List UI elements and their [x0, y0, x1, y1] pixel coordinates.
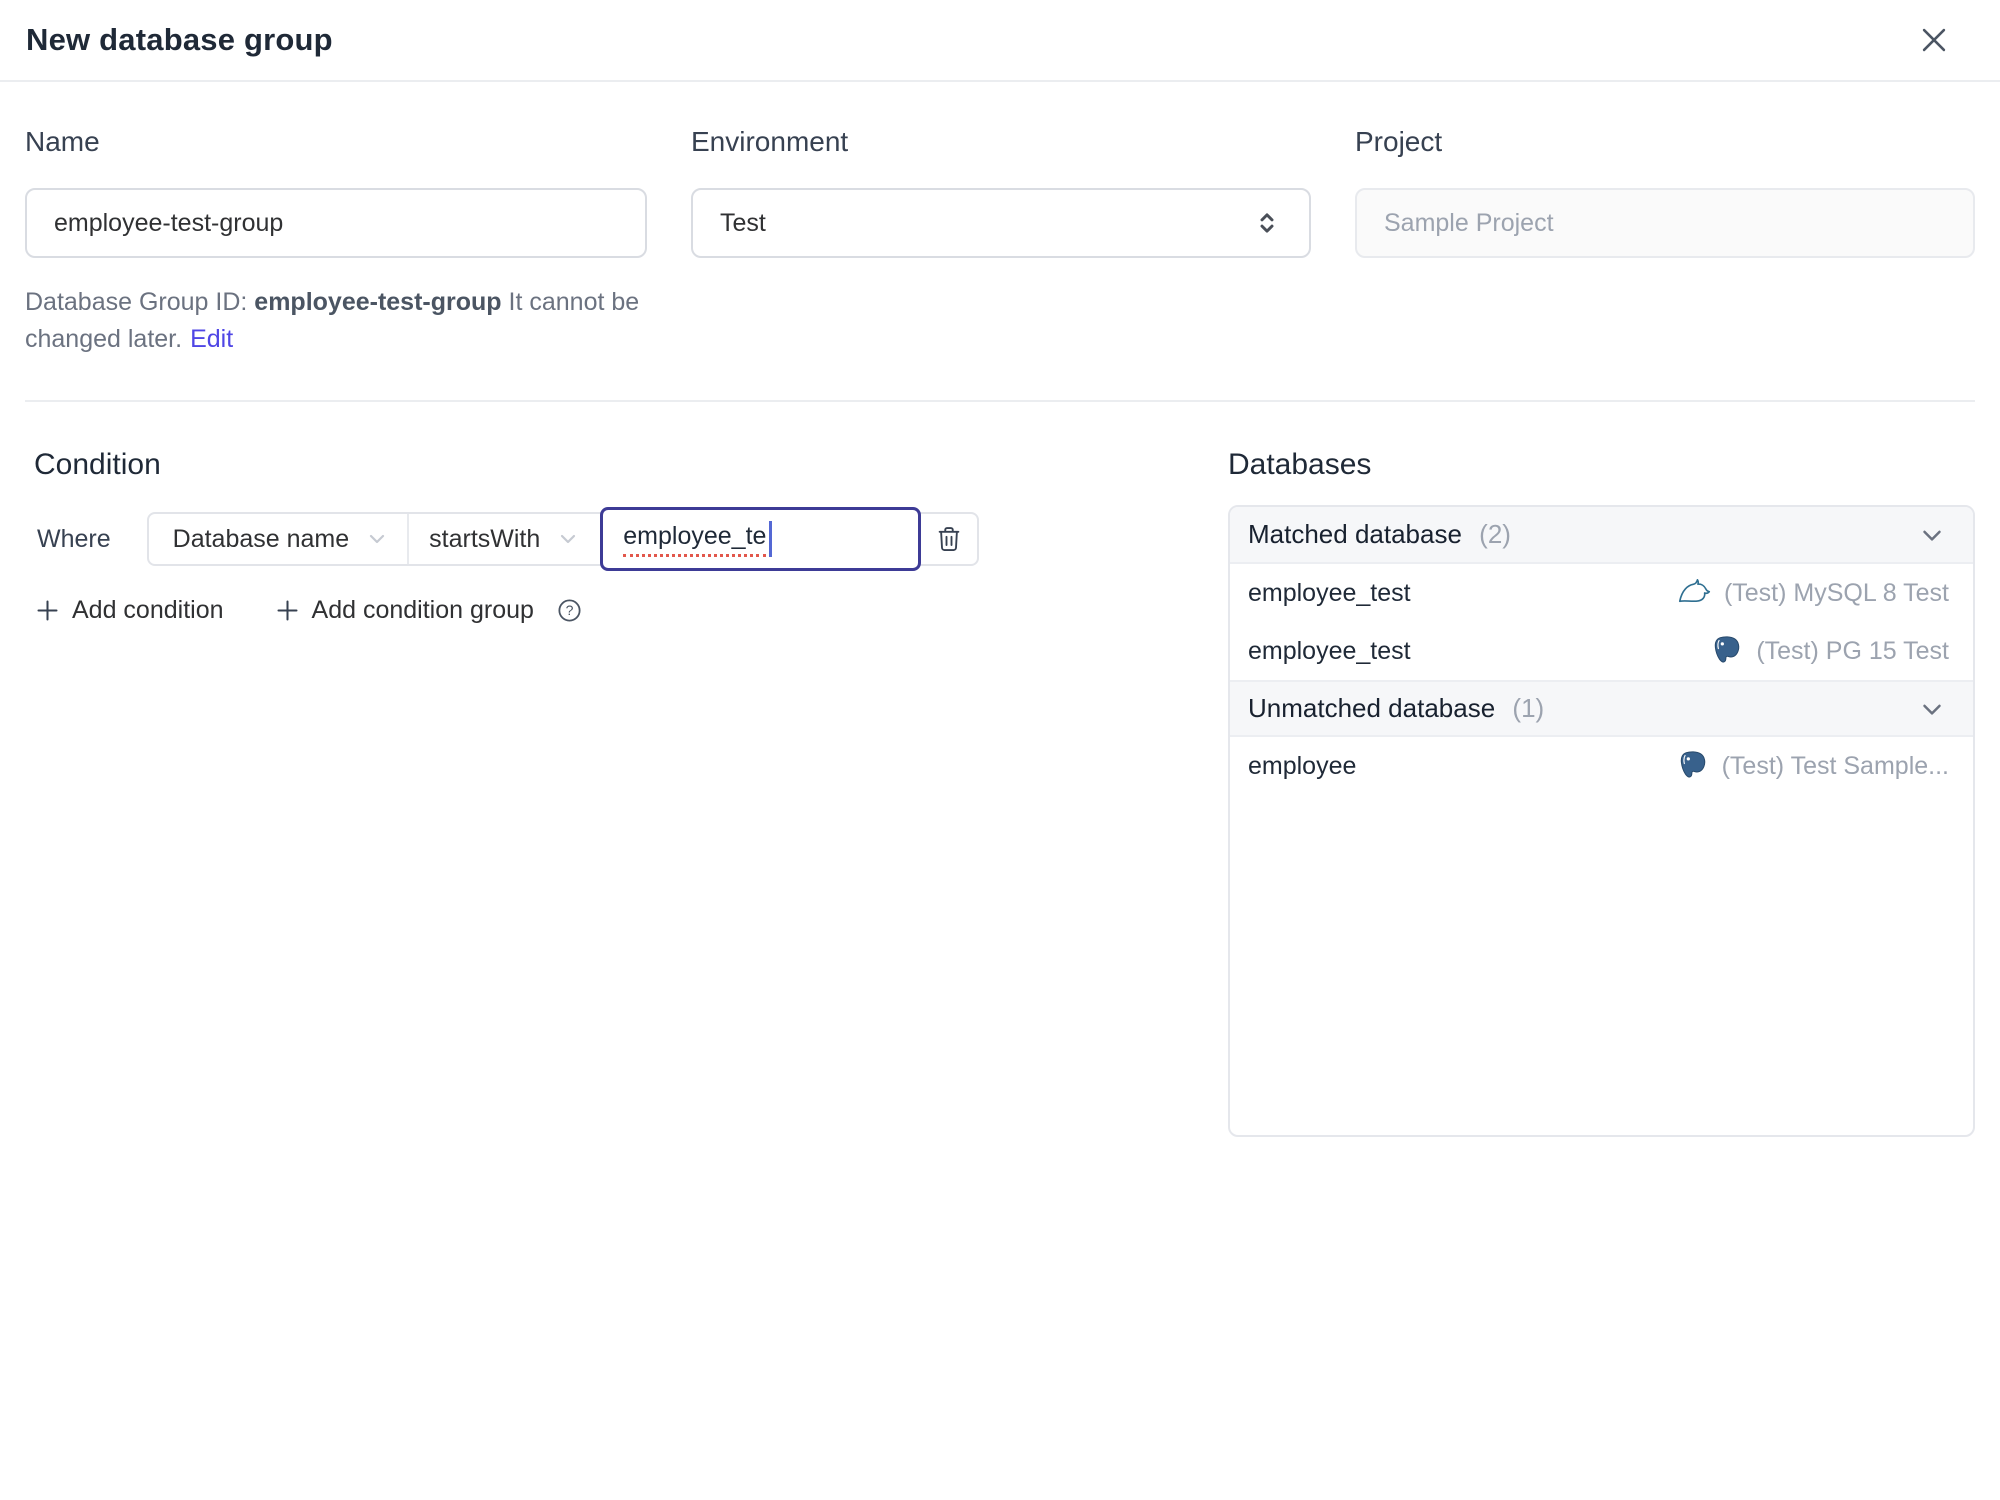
condition-row: Where Database name startsWith employee_… — [37, 507, 1188, 571]
project-field-group: Project — [1355, 126, 1975, 357]
matched-database-label: Matched database — [1248, 519, 1462, 549]
databases-column: Databases Matched database (2) employee_… — [1228, 402, 1975, 1137]
add-condition-label: Add condition — [72, 596, 224, 624]
group-id-hint-prefix: Database Group ID: — [25, 288, 248, 316]
chevron-up-down-icon — [1252, 208, 1282, 238]
group-id-hint: Database Group ID: employee-test-group I… — [25, 284, 647, 357]
panel-empty-area — [1230, 795, 1973, 1135]
condition-field-value: Database name — [172, 524, 350, 553]
edit-id-link[interactable]: Edit — [190, 325, 233, 353]
database-name: employee — [1248, 751, 1357, 780]
add-condition-group-label: Add condition group — [311, 596, 534, 624]
database-row[interactable]: employee_test (Test) PG 15 Test — [1230, 622, 1973, 680]
condition-help-button[interactable]: ? — [556, 597, 583, 624]
dialog-title: New database group — [26, 22, 333, 57]
chevron-down-icon — [1917, 520, 1947, 550]
dialog-header: New database group — [0, 0, 2000, 82]
databases-heading: Databases — [1228, 448, 1372, 481]
where-label: Where — [37, 524, 111, 553]
database-instance-label: (Test) Test Sample... — [1721, 751, 1949, 780]
condition-operator-value: startsWith — [429, 524, 541, 553]
condition-heading: Condition — [34, 448, 161, 481]
database-instance-label: (Test) MySQL 8 Test — [1723, 578, 1949, 607]
environment-field-group: Environment Test — [691, 126, 1311, 357]
chevron-down-icon — [556, 527, 580, 551]
delete-condition-button[interactable] — [921, 514, 977, 564]
chevron-down-icon — [365, 527, 389, 551]
form-grid: Name Database Group ID: employee-test-gr… — [25, 126, 1975, 357]
condition-value-input[interactable]: employee_te — [600, 507, 922, 571]
environment-selected-value: Test — [720, 208, 766, 237]
condition-operator-select[interactable]: startsWith — [409, 514, 600, 564]
unmatched-database-title: Unmatched database (1) — [1248, 693, 1544, 724]
unmatched-database-header[interactable]: Unmatched database (1) — [1230, 680, 1973, 737]
condition-field-select[interactable]: Database name — [149, 514, 410, 564]
database-row[interactable]: employee (Test) Test Sample... — [1230, 737, 1973, 795]
database-instance: (Test) Test Sample... — [1676, 749, 1949, 783]
database-instance: (Test) MySQL 8 Test — [1676, 575, 1949, 611]
condition-value-text: employee_te — [623, 522, 767, 557]
condition-column: Condition Where Database name startsWith — [25, 402, 1228, 625]
dialog-body: Name Database Group ID: employee-test-gr… — [0, 126, 2000, 1137]
matched-database-title: Matched database (2) — [1248, 519, 1511, 550]
close-icon — [1917, 23, 1951, 57]
add-condition-button[interactable]: Add condition — [34, 596, 224, 625]
database-row[interactable]: employee_test (Test) MySQL 8 Test — [1230, 564, 1973, 622]
condition-group: Database name startsWith employee_te — [146, 507, 980, 571]
chevron-down-icon — [1917, 694, 1947, 724]
svg-text:?: ? — [566, 602, 574, 618]
database-instance: (Test) PG 15 Test — [1710, 634, 1949, 668]
project-label: Project — [1355, 126, 1443, 157]
lower-section: Condition Where Database name startsWith — [25, 402, 1975, 1137]
environment-select[interactable]: Test — [691, 188, 1311, 258]
add-condition-group-button[interactable]: Add condition group — [274, 596, 534, 625]
database-name: employee_test — [1248, 578, 1411, 607]
matched-database-header[interactable]: Matched database (2) — [1230, 507, 1973, 564]
unmatched-database-label: Unmatched database — [1248, 693, 1496, 723]
postgresql-icon — [1676, 749, 1710, 783]
trash-icon — [934, 524, 964, 554]
project-input — [1355, 188, 1975, 258]
database-instance-label: (Test) PG 15 Test — [1756, 636, 1949, 665]
database-name: employee_test — [1248, 636, 1411, 665]
help-icon: ? — [556, 597, 583, 624]
matched-database-count: (2) — [1479, 519, 1511, 549]
databases-panel: Matched database (2) employee_test (Test… — [1228, 505, 1975, 1137]
environment-label: Environment — [691, 126, 849, 157]
mysql-icon — [1676, 575, 1712, 611]
name-field-group: Name Database Group ID: employee-test-gr… — [25, 126, 647, 357]
condition-actions: Add condition Add condition group ? — [34, 596, 1188, 625]
plus-icon — [274, 597, 301, 624]
unmatched-database-count: (1) — [1512, 693, 1545, 723]
name-label: Name — [25, 126, 100, 157]
name-input[interactable] — [25, 188, 647, 258]
close-button[interactable] — [1912, 18, 1956, 62]
text-cursor — [769, 521, 773, 557]
group-id-value: employee-test-group — [254, 288, 502, 316]
postgresql-icon — [1710, 634, 1744, 668]
plus-icon — [34, 597, 61, 624]
